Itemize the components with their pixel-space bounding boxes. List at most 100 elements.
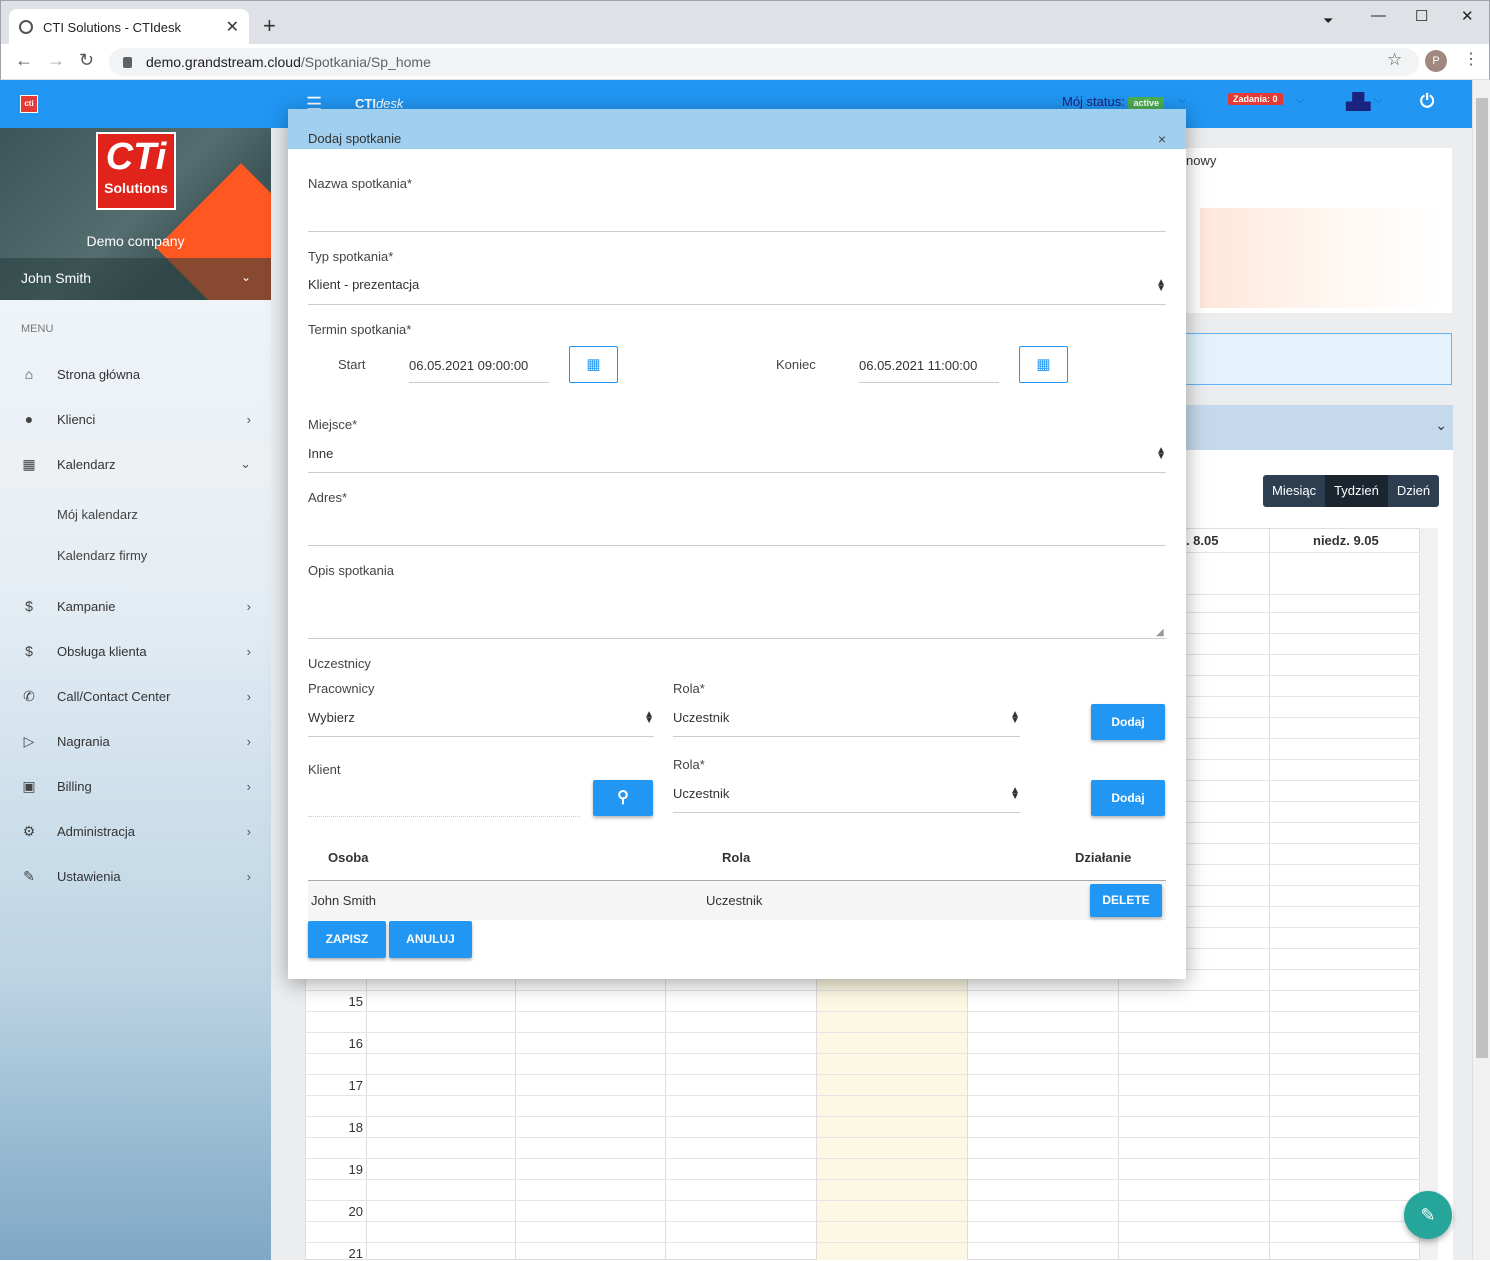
dollar-icon: $ [25,643,33,659]
sidebar-item-clients[interactable]: ● Klienci › [0,397,271,441]
chevron-right-icon: › [246,778,251,794]
chevron-down-icon: ⌄ [240,270,251,284]
sidebar-item-customer-service[interactable]: $ Obsługa klienta › [0,629,271,673]
power-icon[interactable]: ⏻ [1420,91,1434,112]
description-textarea[interactable] [308,587,1166,639]
select-arrows-icon: ▲ ▼ [1156,445,1166,462]
my-status[interactable]: Mój status: active [1062,94,1165,109]
meeting-type-value: Klient - prezentacja [308,277,420,292]
employees-select[interactable]: Wybierz ▲ ▼ [308,709,654,737]
status-chevron-icon[interactable]: ⌵ [1178,94,1186,107]
sidebar-header: CTi Solutions Demo company John Smith ⌄ [0,128,271,300]
select-arrows-icon: ▲ ▼ [1010,785,1020,802]
org-chevron-icon[interactable]: ⌵ [1374,94,1382,107]
chevron-right-icon: › [246,868,251,884]
edit-fab-button[interactable]: ✎ [1404,1191,1452,1239]
forward-icon[interactable]: → [47,50,65,71]
sidebar-item-call-center[interactable]: ✆ Call/Contact Center › [0,674,271,718]
app-logo-icon[interactable]: cti [20,95,38,113]
address-label: Adres* [308,490,348,505]
add-employee-button[interactable]: Dodaj [1091,704,1165,740]
save-button[interactable]: ZAPISZ [308,921,386,958]
maximize-icon[interactable]: ☐ [1415,7,1428,25]
grid-row [305,1137,1420,1138]
calendar-scrollbar[interactable] [1420,528,1438,1260]
sidebar-item-billing[interactable]: ▣ Billing › [0,764,271,808]
cancel-button[interactable]: ANULUJ [389,921,472,958]
browser-menu-icon[interactable]: ⋮ [1463,49,1479,69]
sidebar-item-campaigns[interactable]: $ Kampanie › [0,584,271,628]
background-card: nowy [1180,148,1452,313]
resize-handle-icon[interactable]: ◢ [1156,627,1164,638]
user-menu[interactable]: John Smith ⌄ [0,258,271,300]
grid-row: 15 [305,990,1420,1009]
close-tab-icon[interactable]: ✕ [226,17,239,37]
delete-button[interactable]: DELETE [1090,884,1162,917]
minimize-icon[interactable]: — [1371,7,1386,24]
client-input[interactable] [308,789,580,817]
submenu-company-calendar[interactable]: Kalendarz firmy [57,548,147,563]
add-client-button[interactable]: Dodaj [1091,780,1165,816]
pencil-icon: ✎ [1420,1205,1436,1225]
sidebar-item-calendar[interactable]: ▦ Kalendarz ⌄ [0,442,271,486]
address-input[interactable] [308,517,1166,546]
view-day-button[interactable]: Dzień [1388,475,1439,507]
client-search-button[interactable]: ⚲ [593,780,653,816]
url-input[interactable]: demo.grandstream.cloud/Spotkania/Sp_home [109,48,1419,76]
hour-label: 20 [348,1204,363,1219]
sidebar-item-recordings[interactable]: ▷ Nagrania › [0,719,271,763]
scrollbar-thumb[interactable] [1476,98,1488,1058]
meeting-type-select[interactable]: Klient - prezentacja ▲ ▼ [308,277,1166,305]
table-header-person: Osoba [328,850,369,865]
meeting-name-label: Nazwa spotkania* [308,176,413,191]
page-scrollbar[interactable] [1472,80,1490,1260]
tasks-chevron-icon[interactable]: ⌵ [1296,94,1304,107]
place-value: Inne [308,446,334,461]
tab-search-icon[interactable]: ⏷ [1323,13,1333,29]
grid-row: 17 [305,1074,1420,1093]
calendar-accordion[interactable]: ⌄ [1180,405,1453,450]
grid-row: 20 [305,1200,1420,1219]
employee-role-value: Uczestnik [673,710,730,725]
client-role-label: Rola* [673,757,705,772]
sidebar-item-home[interactable]: ⌂ Strona główna [0,352,271,396]
end-date-input[interactable]: 06.05.2021 11:00:00 [859,355,999,383]
close-window-icon[interactable]: ✕ [1461,7,1474,25]
participants-label: Uczestnicy [308,656,371,671]
sidebar: CTi Solutions Demo company John Smith ⌄ … [0,128,271,1260]
phone-icon: ✆ [23,687,35,704]
profile-avatar[interactable]: P [1425,50,1447,72]
view-month-button[interactable]: Miesiąc [1263,475,1325,507]
client-role-select[interactable]: Uczestnik ▲ ▼ [673,785,1020,813]
browser-tab[interactable]: CTI Solutions - CTIdesk ✕ [9,9,249,45]
browser-tab-bar: CTI Solutions - CTIdesk ✕ + ⏷ — ☐ ✕ [0,0,1490,45]
submenu-my-calendar[interactable]: Mój kalendarz [57,507,138,522]
start-calendar-button[interactable]: ▦ [569,346,618,383]
tab-title: CTI Solutions - CTIdesk [43,19,181,35]
chevron-right-icon: › [246,598,251,614]
new-tab-button[interactable]: + [263,13,276,39]
grid-row: 18 [305,1116,1420,1135]
close-icon[interactable]: × [1158,131,1166,147]
place-select[interactable]: Inne ▲ ▼ [308,445,1166,473]
meeting-name-input[interactable] [308,205,1166,232]
sidebar-item-settings[interactable]: ✎ Ustawienia › [0,854,271,898]
table-row: John Smith Uczestnik DELETE [308,880,1166,920]
org-chart-icon[interactable]: ▟▙ [1346,92,1371,112]
employees-label: Pracownicy [308,681,375,696]
start-date-input[interactable]: 06.05.2021 09:00:00 [409,355,549,383]
globe-icon [19,20,33,34]
sidebar-item-admin[interactable]: ⚙ Administracja › [0,809,271,853]
back-icon[interactable]: ← [15,50,33,71]
grid-row: 21 [305,1242,1420,1261]
grid-row [305,1221,1420,1222]
bookmark-star-icon[interactable]: ☆ [1387,50,1402,70]
reload-icon[interactable]: ↻ [79,50,94,71]
tasks-badge[interactable]: Zadania: 0 [1228,93,1283,105]
employee-role-select[interactable]: Uczestnik ▲ ▼ [673,709,1020,737]
end-calendar-button[interactable]: ▦ [1019,346,1068,383]
grid-row [305,1095,1420,1096]
start-date-value: 06.05.2021 09:00:00 [409,358,529,373]
role-label: Rola* [673,681,705,696]
view-week-button[interactable]: Tydzień [1325,475,1388,507]
